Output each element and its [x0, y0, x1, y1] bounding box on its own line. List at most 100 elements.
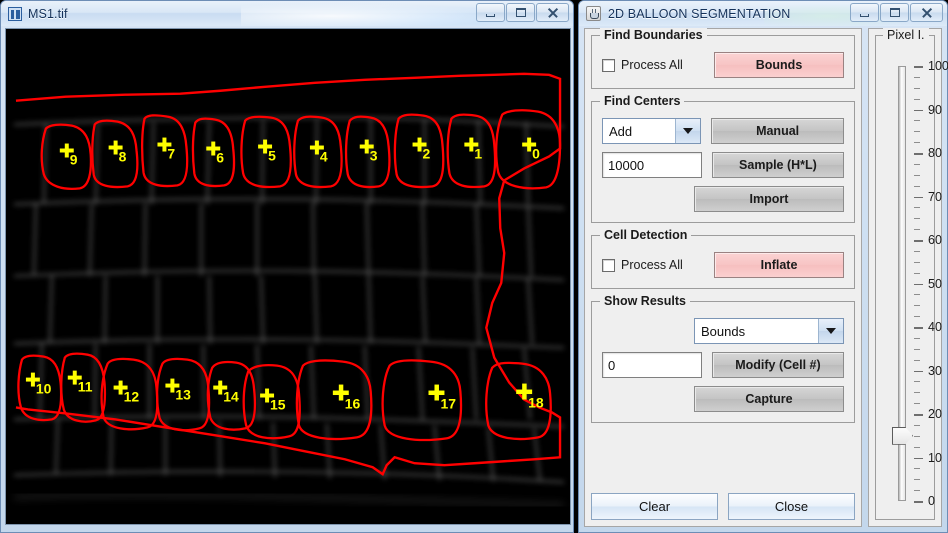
slider-tick-label: 70 — [928, 189, 942, 204]
find-boundaries-process-all[interactable]: Process All — [602, 58, 704, 72]
capture-button[interactable]: Capture — [694, 386, 844, 412]
show-results-group: Show Results Bounds 0 Modify (Cell #) Ca… — [591, 294, 855, 423]
checkbox-icon[interactable] — [602, 58, 615, 72]
svg-text:4: 4 — [320, 148, 328, 164]
slider-tick-minor — [914, 294, 920, 296]
clear-button[interactable]: Clear — [591, 493, 718, 520]
java-coffee-cup-icon — [586, 6, 601, 21]
minimize-icon[interactable] — [476, 3, 505, 22]
slider-tick-minor — [914, 305, 920, 307]
maximize-icon[interactable] — [506, 3, 535, 22]
slider-tick-minor — [914, 348, 920, 350]
maximize-icon[interactable] — [880, 3, 909, 22]
svg-text:2: 2 — [423, 145, 431, 161]
pixel-intensity-group: Pixel I. 100 90 80 70 60 50 40 30 20 10 0 — [875, 28, 948, 520]
slider-tick-label: 30 — [928, 363, 942, 378]
process-all-label: Process All — [621, 58, 683, 72]
slider-thumb[interactable] — [892, 426, 913, 445]
svg-text:0: 0 — [532, 145, 540, 161]
center-mode-select[interactable]: Add — [602, 118, 702, 144]
manual-button[interactable]: Manual — [711, 118, 844, 144]
find-centers-group: Find Centers Add Manual 10000 Sample (H*… — [591, 94, 855, 223]
slider-tick-minor — [914, 435, 920, 437]
checkbox-icon[interactable] — [602, 258, 615, 272]
tool-window: 2D BALLOON SEGMENTATION Find Boundaries … — [578, 0, 948, 533]
slider-tick-label: 10 — [928, 450, 942, 465]
inflate-button[interactable]: Inflate — [714, 252, 844, 278]
chevron-down-icon[interactable] — [818, 319, 843, 343]
slider-tick-major — [914, 283, 923, 285]
footer-buttons: Clear Close — [591, 493, 855, 520]
svg-text:16: 16 — [345, 395, 361, 411]
slider-tick-major — [914, 370, 923, 372]
slider-tick-minor — [914, 381, 920, 383]
cell-detection-group: Cell Detection Process All Inflate — [591, 228, 855, 289]
slider-tick-minor — [914, 98, 920, 100]
slider-tick-major — [914, 414, 923, 416]
image-window-controls — [475, 3, 569, 22]
image-canvas[interactable]: 9 8 7 6 5 4 3 2 1 0 10 11 12 13 14 15 16 — [5, 28, 571, 525]
slider-tick-minor — [914, 446, 920, 448]
bounds-button[interactable]: Bounds — [714, 52, 844, 78]
slider-tick-label: 0 — [928, 494, 935, 508]
cell-detection-legend: Cell Detection — [600, 228, 692, 242]
pixel-intensity-panel: Pixel I. 100 90 80 70 60 50 40 30 20 10 0 — [868, 28, 948, 527]
segmentation-overlay: 9 8 7 6 5 4 3 2 1 0 10 11 12 13 14 15 16 — [6, 29, 570, 524]
svg-text:1: 1 — [474, 145, 482, 161]
slider-tick-minor — [914, 272, 920, 274]
slider-tick-major — [914, 457, 923, 459]
slider-tick-minor — [914, 218, 920, 220]
slider-tick-major — [914, 153, 923, 155]
find-centers-legend: Find Centers — [600, 94, 685, 108]
close-button[interactable]: Close — [728, 493, 855, 520]
svg-text:18: 18 — [528, 394, 544, 410]
slider-tick-label: 60 — [928, 233, 942, 247]
slider-tick-minor — [914, 185, 920, 187]
svg-text:10: 10 — [36, 381, 52, 397]
slider-tick-major — [914, 66, 923, 68]
slider-tick-label: 100 — [928, 59, 948, 73]
image-window-titlebar[interactable]: MS1.tif — [1, 1, 573, 26]
process-all-label: Process All — [621, 258, 683, 272]
slider-tick-minor — [914, 76, 920, 78]
svg-text:9: 9 — [70, 151, 78, 167]
slider-tick-minor — [914, 468, 920, 470]
tool-window-controls — [849, 3, 943, 22]
slider-tick-label: 80 — [928, 146, 942, 160]
chevron-down-icon[interactable] — [675, 119, 701, 143]
slider-tick-minor — [914, 131, 920, 133]
minimize-icon[interactable] — [850, 3, 879, 22]
slider-tick-minor — [914, 174, 920, 176]
tool-window-title: 2D BALLOON SEGMENTATION — [608, 6, 791, 21]
slider-tick-label: 40 — [928, 320, 942, 334]
modify-cell-button[interactable]: Modify (Cell #) — [711, 352, 844, 378]
cell-detection-process-all[interactable]: Process All — [602, 258, 704, 272]
slider-tick-minor — [914, 316, 920, 318]
sample-button[interactable]: Sample (H*L) — [711, 152, 844, 178]
imagej-icon — [8, 6, 22, 21]
slider-tick-minor — [914, 261, 920, 263]
sample-size-input[interactable]: 10000 — [602, 152, 702, 178]
find-boundaries-group: Find Boundaries Process All Bounds — [591, 28, 855, 89]
close-icon[interactable] — [536, 3, 569, 22]
pixel-intensity-slider[interactable]: 100 90 80 70 60 50 40 30 20 10 0 — [886, 58, 948, 509]
slider-tick-minor — [914, 142, 920, 144]
cell-number-input[interactable]: 0 — [602, 352, 702, 378]
slider-tick-label: 50 — [928, 276, 942, 291]
slider-tick-minor — [914, 120, 920, 122]
slider-tick-minor — [914, 337, 920, 339]
slider-tick-minor — [914, 479, 920, 481]
result-type-select[interactable]: Bounds — [694, 318, 844, 344]
svg-text:11: 11 — [78, 379, 93, 395]
tool-window-titlebar[interactable]: 2D BALLOON SEGMENTATION — [579, 1, 947, 26]
svg-text:3: 3 — [370, 147, 378, 163]
svg-text:15: 15 — [270, 396, 286, 412]
slider-tick-major — [914, 327, 923, 329]
svg-text:13: 13 — [175, 387, 191, 403]
slider-tick-major — [914, 196, 923, 198]
slider-tick-label: 20 — [928, 407, 942, 421]
svg-text:17: 17 — [440, 395, 456, 411]
import-button[interactable]: Import — [694, 186, 844, 212]
result-type-value: Bounds — [695, 319, 818, 343]
close-icon[interactable] — [910, 3, 943, 22]
